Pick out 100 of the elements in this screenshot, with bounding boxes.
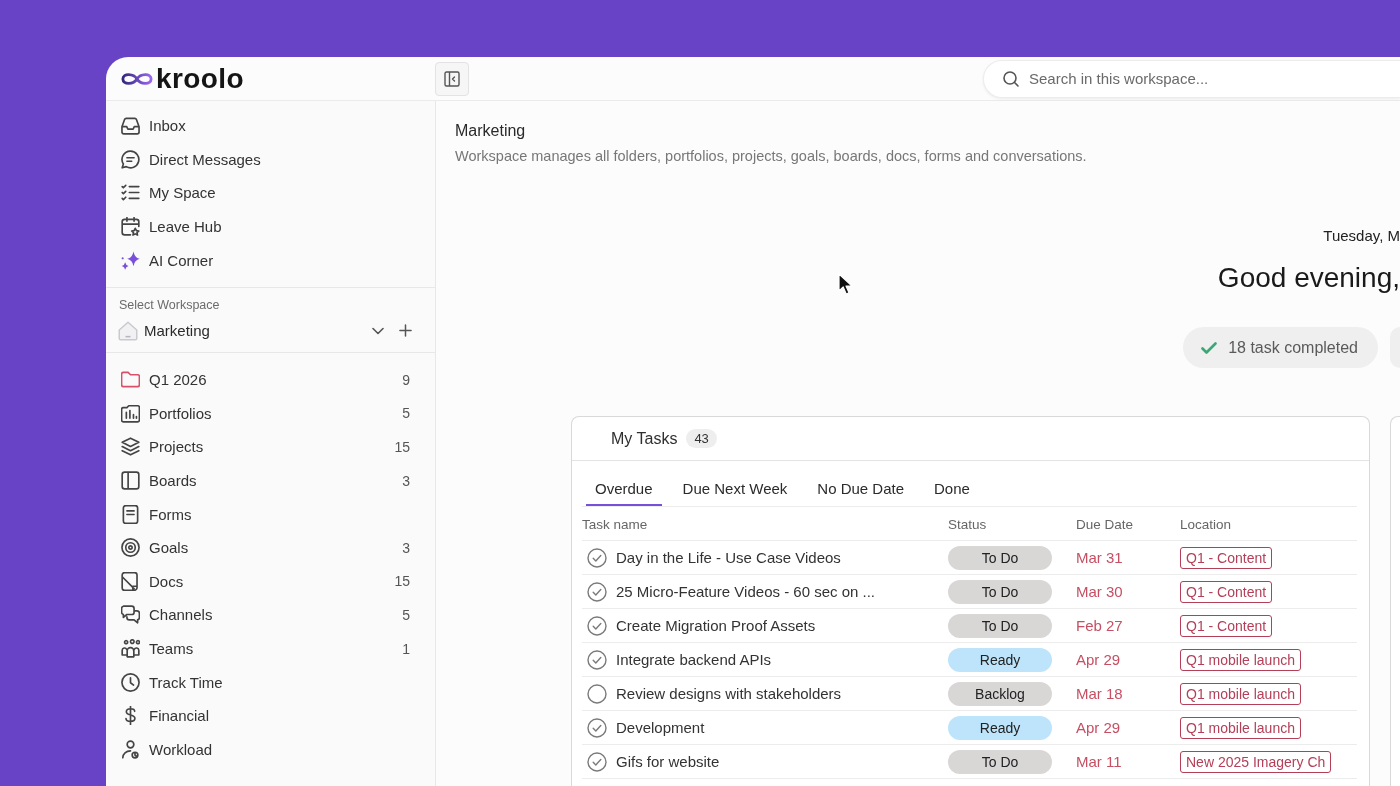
search-field[interactable]: Search in this workspace... bbox=[983, 59, 1400, 98]
location-tag[interactable]: Q1 - Content bbox=[1180, 614, 1273, 637]
date-text: Tuesday, M bbox=[1323, 227, 1400, 244]
task-name[interactable]: 25 Micro-Feature Videos - 60 sec on ... bbox=[616, 583, 875, 600]
sidebar-item[interactable]: Q1 2026 9 bbox=[106, 362, 435, 397]
calendar-icon bbox=[121, 217, 140, 237]
check-circle-icon[interactable] bbox=[587, 751, 607, 772]
task-name[interactable]: Development bbox=[616, 719, 705, 736]
logo-text: kroolo bbox=[156, 63, 244, 94]
location-tag[interactable]: Q1 - Content bbox=[1180, 546, 1273, 569]
due-date: Mar 18 bbox=[1076, 684, 1123, 702]
column-header: Due Date bbox=[1076, 516, 1134, 532]
status-pill: Ready bbox=[948, 715, 1052, 740]
check-circle-icon[interactable] bbox=[587, 547, 607, 568]
due-date: Apr 29 bbox=[1076, 718, 1121, 736]
status-pill: Ready bbox=[948, 647, 1052, 672]
nav-item[interactable]: Direct Messages bbox=[106, 142, 435, 177]
check-icon bbox=[1201, 341, 1218, 354]
sidebar-item[interactable]: Portfolios 5 bbox=[106, 396, 435, 431]
sidebar-toggle-button[interactable] bbox=[435, 61, 469, 96]
check-circle-icon[interactable] bbox=[587, 717, 607, 738]
sidebar-item[interactable]: Track Time bbox=[106, 665, 435, 699]
location-tag[interactable]: Q1 mobile launch bbox=[1180, 682, 1301, 705]
task-name[interactable]: Integrate backend APIs bbox=[616, 651, 772, 668]
item-count: 15 bbox=[394, 573, 410, 590]
people-icon bbox=[121, 639, 140, 658]
checklist-icon bbox=[121, 183, 140, 203]
person-icon bbox=[121, 739, 140, 759]
status-pill: To Do bbox=[948, 545, 1052, 570]
status-pill: Backlog bbox=[948, 681, 1052, 706]
status-pill: To Do bbox=[948, 613, 1052, 638]
columns-icon bbox=[121, 471, 140, 491]
house-icon bbox=[118, 320, 138, 341]
workspace-description: Workspace manages all folders, portfolios, projects, goals, boards, docs, forms and conversations. bbox=[455, 147, 1088, 165]
tab[interactable]: Due Next Week bbox=[673, 474, 797, 506]
sidebar-item[interactable]: Projects 15 bbox=[106, 430, 435, 464]
card-title: My Tasks bbox=[611, 429, 678, 448]
clock-icon bbox=[121, 672, 140, 692]
status-pill: To Do bbox=[948, 579, 1052, 604]
sidebar-item[interactable]: Financial bbox=[106, 698, 435, 733]
greeting-text: Good evening, bbox=[1217, 262, 1400, 293]
task-name[interactable]: Gifs for website bbox=[616, 753, 720, 770]
task-name[interactable]: Day in the Life - Use Case Videos bbox=[616, 549, 841, 566]
mouse-cursor-icon bbox=[838, 273, 852, 295]
task-name[interactable]: Review designs with stakeholders bbox=[616, 685, 842, 702]
sidebar-item[interactable]: Boards 3 bbox=[106, 463, 435, 498]
item-count: 1 bbox=[402, 640, 410, 657]
tab[interactable]: No Due Date bbox=[808, 474, 914, 506]
document-icon bbox=[121, 571, 140, 591]
nav-item[interactable]: AI Corner bbox=[106, 243, 435, 277]
sidebar-item[interactable]: Docs 15 bbox=[106, 564, 435, 599]
location-tag[interactable]: New 2025 Imagery Ch bbox=[1180, 750, 1332, 773]
nav-item[interactable]: Leave Hub bbox=[106, 209, 435, 244]
check-circle-icon[interactable] bbox=[587, 615, 607, 636]
check-circle-icon[interactable] bbox=[587, 649, 607, 670]
nav-item[interactable]: My Space bbox=[106, 176, 435, 210]
item-count: 3 bbox=[402, 539, 410, 556]
column-header: Location bbox=[1180, 516, 1232, 532]
empty-circle-icon[interactable] bbox=[587, 683, 607, 704]
panel-collapse-icon bbox=[444, 70, 460, 87]
inbox-tray-icon bbox=[121, 116, 140, 136]
due-date: Mar 30 bbox=[1076, 582, 1123, 600]
workspace-name[interactable]: Marketing bbox=[144, 322, 210, 340]
due-date: Apr 29 bbox=[1076, 650, 1121, 668]
item-count: 9 bbox=[402, 371, 410, 388]
sidebar-item[interactable]: Teams 1 bbox=[106, 631, 435, 666]
due-date: Feb 27 bbox=[1076, 616, 1123, 634]
due-date: Mar 11 bbox=[1076, 752, 1122, 770]
nav-item[interactable]: Inbox bbox=[106, 109, 435, 143]
chat-bubbles-icon bbox=[121, 605, 140, 625]
item-count: 5 bbox=[402, 405, 410, 422]
item-count: 5 bbox=[402, 606, 410, 623]
workspace-title: Marketing bbox=[455, 121, 527, 141]
item-count: 15 bbox=[394, 438, 410, 455]
status-pill: To Do bbox=[948, 749, 1052, 774]
sidebar-item[interactable]: Workload bbox=[106, 732, 435, 767]
chat-bubble-icon bbox=[121, 149, 140, 169]
folder-icon bbox=[121, 370, 140, 390]
sidebar-item[interactable]: Forms bbox=[106, 497, 435, 531]
search-icon bbox=[1003, 70, 1019, 87]
chevron-down-icon bbox=[372, 326, 384, 335]
item-count: 3 bbox=[402, 472, 410, 489]
task-name[interactable]: Create Migration Proof Assets bbox=[616, 617, 816, 634]
location-tag[interactable]: Q1 mobile launch bbox=[1180, 648, 1301, 671]
bar-chart-icon bbox=[121, 403, 140, 423]
tab[interactable]: Done bbox=[925, 474, 979, 506]
check-circle-icon[interactable] bbox=[587, 581, 607, 602]
column-header: Status bbox=[948, 516, 987, 532]
tab[interactable]: Overdue bbox=[586, 474, 662, 506]
sidebar-item[interactable]: Channels 5 bbox=[106, 598, 435, 632]
target-icon bbox=[121, 538, 140, 558]
layers-icon bbox=[121, 437, 140, 457]
sparkle-icon bbox=[121, 250, 140, 270]
count-badge: 43 bbox=[686, 429, 717, 448]
location-tag[interactable]: Q1 mobile launch bbox=[1180, 716, 1301, 739]
stat-text: 18 task completed bbox=[1228, 338, 1358, 357]
due-date: Mar 31 bbox=[1076, 548, 1123, 566]
location-tag[interactable]: Q1 - Content bbox=[1180, 580, 1273, 603]
sidebar-item[interactable]: Goals 3 bbox=[106, 530, 435, 565]
workspace-caption: Select Workspace bbox=[118, 297, 221, 312]
